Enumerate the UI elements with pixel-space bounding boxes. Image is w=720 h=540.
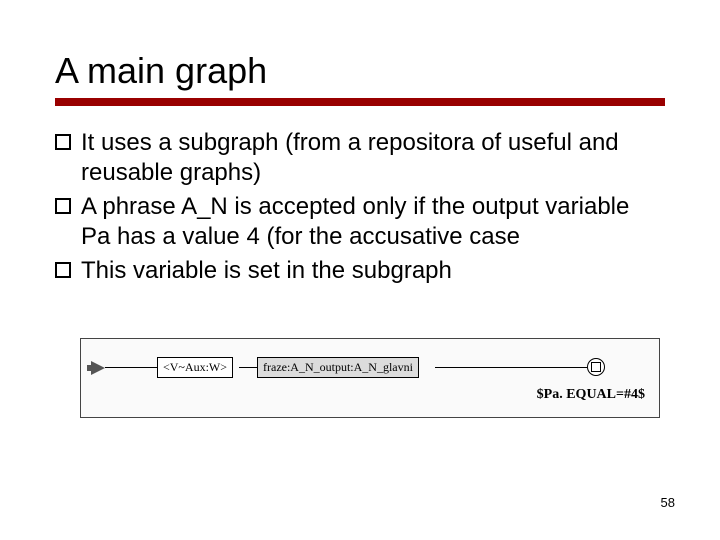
bullet-item: It uses a subgraph (from a repositora of… [55, 128, 665, 188]
graph-node-subgraph: fraze:A_N_output:A_N_glavni [257, 357, 419, 378]
slide-title: A main graph [55, 50, 665, 92]
graph-diagram: <V~Aux:W> fraze:A_N_output:A_N_glavni $P… [80, 338, 660, 418]
bullet-text: It uses a subgraph (from a repositora of… [81, 128, 665, 188]
bullet-text: This variable is set in the subgraph [81, 256, 665, 286]
bullet-text: A phrase A_N is accepted only if the out… [81, 192, 665, 252]
checkbox-icon [55, 198, 71, 214]
checkbox-icon [55, 262, 71, 278]
end-node-icon [587, 358, 605, 376]
bullet-item: This variable is set in the subgraph [55, 256, 665, 286]
connector-line [105, 367, 157, 368]
checkbox-icon [55, 134, 71, 150]
title-rule [55, 98, 665, 106]
graph-node-aux: <V~Aux:W> [157, 357, 233, 378]
connector-line [435, 367, 587, 368]
connector-line [239, 367, 257, 368]
diagram-inner: <V~Aux:W> fraze:A_N_output:A_N_glavni $P… [81, 339, 659, 417]
page-number: 58 [661, 495, 675, 510]
bullet-item: A phrase A_N is accepted only if the out… [55, 192, 665, 252]
bullet-list: It uses a subgraph (from a repositora of… [55, 128, 665, 286]
slide: A main graph It uses a subgraph (from a … [0, 0, 720, 540]
constraint-label: $Pa. EQUAL=#4$ [537, 387, 645, 403]
start-node-icon [91, 361, 105, 375]
